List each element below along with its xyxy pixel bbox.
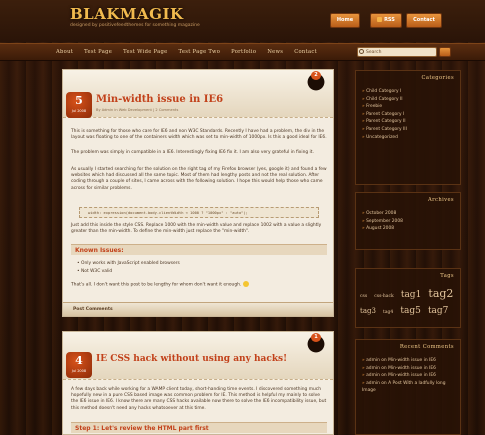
category-link[interactable]: Parent Category III — [362, 126, 407, 134]
category-link[interactable]: Child Category II — [362, 96, 407, 104]
category-link[interactable]: Parent Category II — [362, 118, 407, 126]
recent-comment-link[interactable]: admin on Min-width issue in IE6 — [362, 357, 460, 365]
main-nav: About Test Page Test Wide Page Test Page… — [56, 49, 317, 55]
archives-widget: Archives October 2008 September 2008 Aug… — [355, 192, 461, 250]
search-input[interactable]: Search — [357, 47, 437, 57]
widget-title: Categories — [421, 75, 454, 81]
recent-comment-list: admin on Min-width issue in IE6 admin on… — [362, 357, 460, 395]
post-paragraph: Just add this inside the style CSS. Repl… — [71, 223, 322, 235]
post-footer: Post Comments — [63, 302, 333, 316]
section-heading: Known Issues: — [71, 244, 327, 255]
site-logo[interactable]: BLAKMAGIK — [70, 5, 184, 23]
tag-cloud: css css-hack tag1 tag2 tag3 tag4 tag5 ta… — [360, 286, 458, 318]
list-item-text: Not W3C valid — [81, 269, 113, 274]
widget-title: Tags — [440, 273, 454, 279]
closing-text: That's all. I don't want this post to be… — [71, 282, 242, 288]
post-paragraph: This is something for those who care for… — [71, 129, 327, 141]
list-item-text: Only works with JavaScript enabled brows… — [81, 261, 180, 266]
recent-comment-link[interactable]: admin on A Post With a ladfully long Ima… — [362, 380, 460, 395]
category-link[interactable]: Uncategorized — [362, 134, 407, 142]
tag-link[interactable]: tag5 — [400, 306, 420, 316]
tag-link[interactable]: tag4 — [383, 310, 393, 315]
contact-button-label: Contact — [413, 17, 435, 23]
post-date-badge: 4 Jul 2008 — [66, 352, 92, 378]
comment-count-badge[interactable]: 1 — [311, 333, 321, 342]
post-day: 4 — [75, 354, 83, 367]
post-month: Jul 2008 — [71, 369, 87, 373]
post-title[interactable]: IE CSS hack without using any hacks! — [96, 354, 287, 364]
post-card: 5 Jul 2008 Min-width issue in IE6 By Adm… — [62, 69, 334, 317]
recent-comment-link[interactable]: admin on Min-width issue in IE6 — [362, 365, 460, 373]
nav-item-news[interactable]: News — [267, 49, 283, 55]
recent-comments-widget: Recent Comments admin on Min-width issue… — [355, 339, 461, 435]
search-icon — [359, 49, 364, 54]
home-button[interactable]: Home — [330, 13, 360, 28]
rss-button-label: RSS — [384, 17, 395, 23]
archive-list: October 2008 September 2008 August 2008 — [362, 210, 403, 233]
widget-title: Recent Comments — [399, 344, 454, 350]
category-list: Child Category I Child Category II Freeb… — [362, 88, 407, 141]
archive-link[interactable]: August 2008 — [362, 225, 403, 233]
contact-button[interactable]: Contact — [406, 13, 442, 28]
post-paragraph: That's all. I don't want this post to be… — [71, 281, 327, 289]
post-day: 5 — [75, 94, 83, 107]
nav-item-about[interactable]: About — [56, 49, 73, 55]
tag-link[interactable]: tag1 — [401, 290, 421, 300]
nav-item-test-page-two[interactable]: Test Page Two — [179, 49, 221, 55]
category-link[interactable]: Child Category I — [362, 88, 407, 96]
rss-icon — [377, 17, 383, 22]
home-button-label: Home — [336, 17, 354, 23]
tag-link[interactable]: css-hack — [374, 294, 394, 299]
post-meta: By Admin in Web Development | 2 Comments — [96, 108, 179, 112]
category-link[interactable]: Parent Category I — [362, 111, 407, 119]
tag-link[interactable]: tag7 — [428, 306, 448, 316]
categories-widget: Categories Child Category I Child Catego… — [355, 70, 461, 185]
list-item: • Not W3C valid — [77, 269, 113, 274]
post-month: Jul 2008 — [71, 109, 87, 113]
post-comments-link[interactable]: Post Comments — [73, 307, 113, 312]
section-heading: Step 1: Let's review the HTML part first — [71, 422, 327, 433]
tag-link[interactable]: tag3 — [360, 307, 376, 315]
comment-count-badge[interactable]: 2 — [311, 71, 321, 80]
archive-link[interactable]: September 2008 — [362, 218, 403, 226]
archive-link[interactable]: October 2008 — [362, 210, 403, 218]
search-submit-button[interactable] — [439, 47, 451, 57]
widget-title: Archives — [428, 197, 454, 203]
tag-link[interactable]: tag2 — [428, 287, 453, 300]
tag-link[interactable]: css — [360, 294, 367, 299]
tags-widget: Tags css css-hack tag1 tag2 tag3 tag4 ta… — [355, 268, 461, 328]
code-snippet: width: expression(document.body.clientWi… — [79, 207, 319, 218]
list-item: • Only works with JavaScript enabled bro… — [77, 261, 180, 266]
post-paragraph: As usually I started searching for the s… — [71, 167, 327, 191]
nav-item-contact[interactable]: Contact — [294, 49, 317, 55]
post-title[interactable]: Min-width issue in IE6 — [96, 94, 223, 105]
nav-item-test-wide-page[interactable]: Test Wide Page — [123, 49, 167, 55]
rss-button[interactable]: RSS — [370, 13, 402, 28]
recent-comment-link[interactable]: admin on Min-width issue in IE6 — [362, 372, 460, 380]
site-tagline: designed by positivefeedthemes for somet… — [70, 23, 200, 28]
post-date-badge: 5 Jul 2008 — [66, 92, 92, 118]
nav-item-test-page[interactable]: Test Page — [84, 49, 112, 55]
post-paragraph: A few days back while working for a WAMP… — [71, 387, 327, 411]
smiley-icon — [242, 281, 249, 287]
post-card: 4 Jul 2008 IE CSS hack without using any… — [62, 331, 334, 435]
post-paragraph: The problem was simply in compatible in … — [71, 150, 314, 155]
category-link[interactable]: Freebie — [362, 103, 407, 111]
nav-item-portfolio[interactable]: Portfolio — [231, 49, 256, 55]
